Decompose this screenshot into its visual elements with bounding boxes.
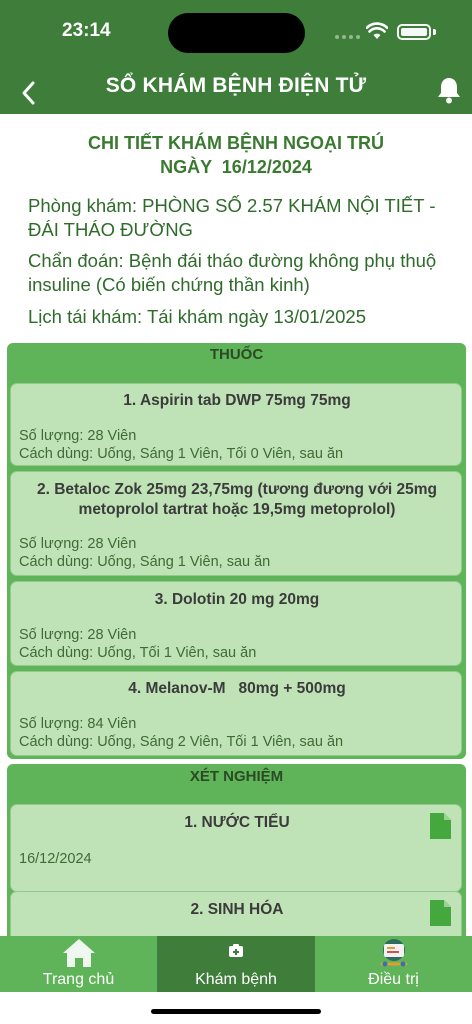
cellular-signal-icon: [335, 35, 360, 39]
medication-card[interactable]: 3. Dolotin 20 mg 20mg Số lượng: 28 Viên …: [10, 581, 462, 666]
detail-title-date: NGÀY 16/12/2024: [160, 157, 312, 177]
medication-name: 1. Aspirin tab DWP 75mg 75mg: [123, 392, 351, 409]
nav-label-home: Trang chủ: [42, 971, 115, 988]
lab-test-date: 16/12/2024: [19, 851, 92, 867]
detail-title: CHI TIẾT KHÁM BỆNH NGOẠI TRÚ NGÀY 16/12/…: [0, 131, 472, 179]
medication-usage: Cách dùng: Uống, Sáng 2 Viên, Tối 1 Viên…: [19, 734, 344, 750]
nav-item-medical[interactable]: Khám bệnh: [157, 936, 315, 992]
revisit-info: Lịch tái khám: Tái khám ngày 13/01/2025: [28, 306, 367, 327]
medications-title: THUỐC: [209, 346, 264, 363]
medication-quantity: Số lượng: 28 Viên: [19, 428, 137, 444]
medication-quantity: Số lượng: 28 Viên: [19, 536, 137, 552]
medical-kit-icon: [229, 944, 243, 957]
nav-label-medical: Khám bệnh: [195, 971, 277, 988]
nav-item-home[interactable]: Trang chủ: [0, 936, 157, 992]
medication-usage: Cách dùng: Uống, Tối 1 Viên, sau ăn: [19, 645, 257, 661]
lab-test-card[interactable]: 1. NƯỚC TIỂU 16/12/2024: [10, 804, 462, 892]
medication-card[interactable]: 4. Melanov-M 80mg + 500mg Số lượng: 84 V…: [10, 671, 462, 756]
status-bar: 23:14: [0, 0, 472, 62]
clinic-info: Phòng khám: PHÒNG SỐ 2.57 KHÁM NỘI TIẾT …: [28, 194, 472, 242]
diagnosis-info: Chẩn đoán: Bệnh đái tháo đường không phụ…: [28, 249, 472, 297]
page-title: SỔ KHÁM BỆNH ĐIỆN TỬ: [105, 74, 367, 97]
battery-icon: [397, 24, 431, 40]
dynamic-island: [168, 13, 305, 53]
diagnosis-line2: insuline (Có biến chứng thần kinh): [28, 274, 310, 295]
document-icon[interactable]: [429, 900, 451, 926]
clinic-line1: Phòng khám: PHÒNG SỐ 2.57 KHÁM NỘI TIẾT …: [28, 195, 436, 216]
lab-tests-title: XÉT NGHIỆM: [189, 768, 284, 785]
bell-icon[interactable]: [436, 76, 462, 104]
lab-tests-section: XÉT NGHIỆM 1. NƯỚC TIỂU 16/12/2024 2. SI…: [7, 764, 466, 944]
nav-label-treatment: Điều trị: [368, 971, 419, 988]
detail-title-line1: CHI TIẾT KHÁM BỆNH NGOẠI TRÚ: [88, 133, 384, 153]
medication-card[interactable]: 1. Aspirin tab DWP 75mg 75mg Số lượng: 2…: [10, 383, 462, 466]
medication-usage: Cách dùng: Uống, Sáng 1 Viên, sau ăn: [19, 554, 271, 570]
home-indicator[interactable]: [151, 1009, 321, 1014]
home-icon: [62, 939, 95, 967]
wifi-icon: [366, 22, 388, 39]
clinic-line2: ĐÁI THÁO ĐƯỜNG: [28, 219, 193, 240]
medication-quantity: Số lượng: 84 Viên: [19, 716, 137, 732]
medication-quantity: Số lượng: 28 Viên: [19, 627, 137, 643]
nav-item-treatment[interactable]: Điều trị: [315, 936, 472, 992]
medication-name: 3. Dolotin 20 mg 20mg: [154, 591, 320, 608]
medication-card[interactable]: 2. Betaloc Zok 25mg 23,75mg (tương đương…: [10, 471, 462, 576]
medications-section: THUỐC 1. Aspirin tab DWP 75mg 75mg Số lư…: [7, 343, 466, 759]
diagnosis-line1: Chẩn đoán: Bệnh đái tháo đường không phụ…: [28, 250, 437, 271]
medication-name: 2. Betaloc Zok 25mg 23,75mg (tương đương…: [36, 481, 438, 518]
document-icon[interactable]: [429, 813, 451, 839]
lab-test-name: 2. SINH HÓA: [190, 901, 284, 918]
medication-name: 4. Melanov-M 80mg + 500mg: [128, 680, 346, 697]
bottom-nav: Trang chủ Khám bệnh Điều trị: [0, 936, 472, 992]
status-time: 23:14: [62, 20, 111, 41]
lab-test-name: 1. NƯỚC TIỂU: [184, 814, 290, 831]
medication-usage: Cách dùng: Uống, Sáng 1 Viên, Tối 0 Viên…: [19, 446, 344, 462]
battery-tip: [433, 29, 436, 35]
treatment-icon: [380, 939, 407, 967]
app-header: 23:14 SỔ KHÁM BỆNH ĐIỆN TỬ: [0, 0, 472, 114]
